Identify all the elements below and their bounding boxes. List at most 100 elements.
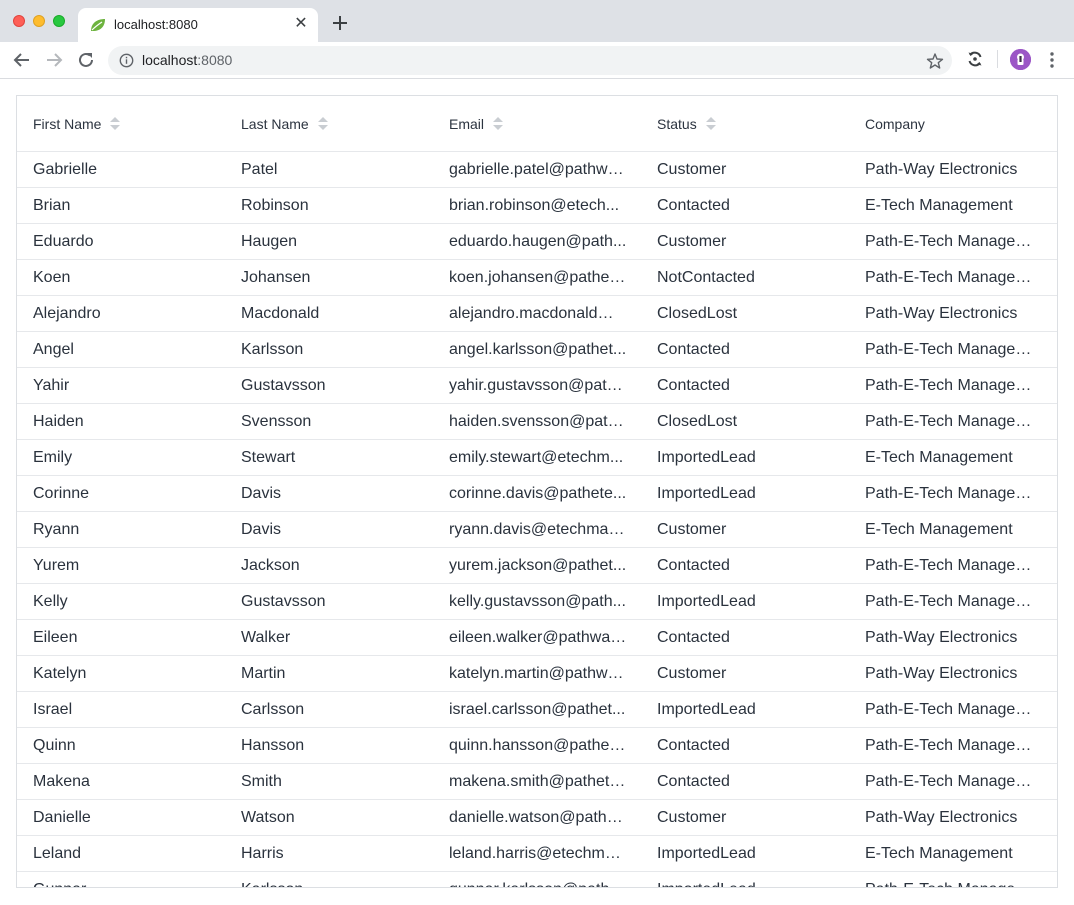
sort-icon[interactable] (493, 117, 504, 131)
table-row[interactable]: Ryann Davis ryann.davis@etechman... Custome… (17, 512, 1057, 548)
table-row[interactable]: Danielle Watson danielle.watson@pathw... Cu… (17, 800, 1057, 836)
table-row[interactable]: Katelyn Martin katelyn.martin@pathwa... Cus… (17, 656, 1057, 692)
header-first-name[interactable]: First Name (33, 96, 121, 152)
company-cell: Path-E-Tech Managem... (865, 557, 1041, 574)
table-row[interactable]: Brian Robinson brian.robinson@etech... Cont… (17, 188, 1057, 224)
email-cell: yurem.jackson@pathet... (449, 557, 627, 574)
last-name-cell: Karlsson (241, 341, 304, 358)
table-row[interactable]: Eileen Walker eileen.walker@pathway... Cont… (17, 620, 1057, 656)
email-cell: angel.karlsson@pathet... (449, 341, 627, 358)
last-name-cell: Gustavsson (241, 593, 326, 610)
window-minimize-button[interactable] (33, 15, 45, 27)
first-name-cell: Eduardo (33, 233, 94, 250)
status-cell: ImportedLead (657, 872, 847, 887)
table-row[interactable]: Eduardo Haugen eduardo.haugen@path... Custo… (17, 224, 1057, 260)
table-row[interactable]: Leland Harris leland.harris@etechma... Impo… (17, 836, 1057, 872)
first-name-cell: Alejandro (33, 305, 101, 322)
first-name-cell: Kelly (33, 593, 68, 610)
company-cell: Path-E-Tech Managem... (865, 737, 1041, 754)
window-close-button[interactable] (13, 15, 25, 27)
sort-icon[interactable] (705, 117, 716, 131)
last-name-cell: Robinson (241, 197, 309, 214)
email-cell: israel.carlsson@pathet... (449, 701, 626, 718)
grid-header: First Name Last Name Email Status Compan… (17, 96, 1057, 152)
email-cell: corinne.davis@pathete... (449, 485, 627, 502)
last-name-cell: Macdonald (241, 305, 320, 322)
table-row[interactable]: Yurem Jackson yurem.jackson@pathet... Conta… (17, 548, 1057, 584)
star-icon[interactable] (926, 52, 944, 70)
company-cell: Path-E-Tech Managem... (865, 485, 1041, 502)
email-cell: emily.stewart@etechm... (449, 449, 624, 466)
email-cell: eduardo.haugen@path... (449, 233, 627, 250)
arrow-left-icon[interactable] (12, 50, 32, 70)
new-tab-button[interactable] (330, 13, 350, 33)
table-row[interactable]: Gunnar Karlsson gunnar.karlsson@pathet... I… (17, 872, 1057, 887)
sort-icon[interactable] (110, 117, 121, 131)
status-cell: ImportedLead (657, 701, 756, 718)
last-name-cell: Martin (241, 665, 286, 682)
email-cell: leland.harris@etechma... (449, 845, 627, 862)
table-row[interactable]: Alejandro Macdonald alejandro.macdonald@..… (17, 296, 1057, 332)
header-last-name[interactable]: Last Name (241, 96, 328, 152)
table-row[interactable]: Yahir Gustavsson yahir.gustavsson@path... C… (17, 368, 1057, 404)
sync-extension-icon[interactable] (966, 50, 984, 68)
last-name-cell: Harris (241, 845, 284, 862)
company-cell: Path-Way Electronics (865, 809, 1018, 826)
arrow-right-icon[interactable] (44, 50, 64, 70)
email-cell: ryann.davis@etechman... (449, 521, 627, 538)
first-name-cell: Corinne (33, 485, 90, 502)
email-cell: quinn.hansson@pathet... (449, 737, 627, 754)
status-cell: ImportedLead (657, 449, 756, 466)
last-name-cell: Karlsson (241, 872, 431, 887)
contacts-grid: First Name Last Name Email Status Compan… (16, 95, 1058, 888)
company-cell: Path-E-Tech Managem... (865, 413, 1041, 430)
email-cell: alejandro.macdonald@... (449, 305, 627, 322)
kebab-menu-icon[interactable] (1046, 51, 1058, 69)
last-name-cell: Gustavsson (241, 377, 326, 394)
status-cell: Contacted (657, 629, 730, 646)
company-cell: Path-E-Tech Managem... (865, 269, 1041, 286)
email-cell: danielle.watson@pathw... (449, 809, 627, 826)
company-cell: Path-E-Tech Managem... (865, 701, 1041, 718)
status-cell: ClosedLost (657, 305, 738, 322)
status-cell: ClosedLost (657, 413, 738, 430)
browser-tab-strip: localhost:8080 ✕ (0, 0, 1074, 42)
avatar[interactable] (1010, 49, 1031, 70)
spring-leaf-icon (91, 19, 105, 31)
company-cell: Path-E-Tech Managem... (865, 233, 1041, 250)
address-bar[interactable]: localhost:8080 (108, 46, 952, 75)
first-name-cell: Haiden (33, 413, 84, 430)
table-row[interactable]: Quinn Hansson quinn.hansson@pathet... Conta… (17, 728, 1057, 764)
last-name-cell: Hansson (241, 737, 305, 754)
first-name-cell: Eileen (33, 629, 78, 646)
table-row[interactable]: Makena Smith makena.smith@pathete... Contac… (17, 764, 1057, 800)
header-status[interactable]: Status (657, 96, 716, 152)
reload-icon[interactable] (76, 50, 96, 70)
table-row[interactable]: Gabrielle Patel gabrielle.patel@pathwa... C… (17, 152, 1057, 188)
email-cell: makena.smith@pathete... (449, 773, 627, 790)
header-email[interactable]: Email (449, 96, 504, 152)
table-row[interactable]: Angel Karlsson angel.karlsson@pathet... Con… (17, 332, 1057, 368)
close-icon[interactable]: ✕ (292, 15, 310, 33)
toolbar-divider (997, 50, 998, 68)
first-name-cell: Leland (33, 845, 82, 862)
table-row[interactable]: Israel Carlsson israel.carlsson@pathet... I… (17, 692, 1057, 728)
first-name-cell: Yurem (33, 557, 80, 574)
status-cell: NotContacted (657, 269, 755, 286)
browser-tab[interactable]: localhost:8080 ✕ (78, 8, 318, 42)
last-name-cell: Stewart (241, 449, 296, 466)
table-row[interactable]: Emily Stewart emily.stewart@etechm... Impor… (17, 440, 1057, 476)
url-text[interactable]: localhost:8080 (142, 52, 232, 68)
company-cell: Path-Way Electronics (865, 665, 1018, 682)
table-row[interactable]: Koen Johansen koen.johansen@pathet... NotCo… (17, 260, 1057, 296)
company-cell: Path-Way Electronics (865, 161, 1018, 178)
table-row[interactable]: Kelly Gustavsson kelly.gustavsson@path... I… (17, 584, 1057, 620)
last-name-cell: Haugen (241, 233, 298, 250)
sort-icon[interactable] (317, 117, 328, 131)
status-cell: Customer (657, 161, 727, 178)
window-maximize-button[interactable] (53, 15, 65, 27)
first-name-cell: Makena (33, 773, 90, 790)
table-row[interactable]: Haiden Svensson haiden.svensson@path... Clo… (17, 404, 1057, 440)
info-icon[interactable] (119, 53, 134, 68)
table-row[interactable]: Corinne Davis corinne.davis@pathete... Impo… (17, 476, 1057, 512)
